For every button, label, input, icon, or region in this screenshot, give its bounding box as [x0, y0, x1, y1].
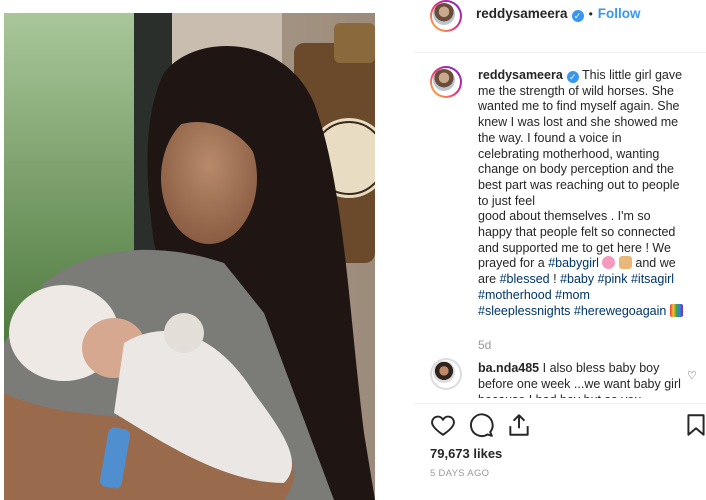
caption-line: the way. I found a voice in: [478, 130, 622, 145]
caption-line: me the strength of wild horses. She: [478, 83, 674, 98]
heart-icon[interactable]: [430, 412, 456, 438]
likes-count[interactable]: 79,673 likes: [430, 446, 502, 461]
praying-hands-emoji-icon: [618, 256, 632, 270]
caption-line: prayed for a: [478, 256, 545, 271]
rainbow-flag-emoji-icon: [669, 303, 683, 317]
photo-gutter: [375, 13, 415, 500]
comment-username[interactable]: ba.nda485: [478, 361, 539, 375]
caption-line: wanted me to find myself again. She: [478, 99, 680, 114]
post-date[interactable]: 5 DAYS AGO: [430, 468, 489, 479]
verified-icon: ✓: [566, 71, 579, 83]
caption-text: and we: [635, 256, 676, 271]
hashtag-link[interactable]: #baby: [560, 272, 594, 286]
share-icon[interactable]: [506, 412, 532, 438]
caption-line: good about themselves . I'm so: [478, 209, 651, 224]
caption-line: knew I was lost and she showed me: [478, 115, 679, 130]
caption-line: change on body perception and the: [478, 162, 674, 177]
follow-button[interactable]: Follow: [598, 6, 641, 21]
comment-item: ba.nda485 I also bless baby boy before o…: [478, 360, 688, 398]
flower-emoji-icon: [602, 256, 616, 270]
action-bar: [430, 412, 705, 440]
header-username[interactable]: reddysameera: [476, 6, 568, 21]
post-frame: reddysameera ✓ • Follow reddysameera ✓ This …: [0, 0, 706, 500]
caption-line: to just feel: [478, 193, 535, 208]
post-caption: reddysameera ✓ This little girl gave me t…: [478, 68, 700, 319]
author-avatar[interactable]: [430, 0, 462, 32]
hashtag-link[interactable]: #sleeplessnights: [478, 304, 570, 318]
post-photo[interactable]: [4, 13, 375, 500]
header-author: reddysameera ✓ • Follow: [476, 5, 641, 23]
hashtag-link[interactable]: #pink: [598, 272, 628, 286]
caption-line: This little girl gave: [582, 68, 683, 82]
hashtag-link[interactable]: #babygirl: [548, 256, 599, 270]
post-header: reddysameera ✓ • Follow: [415, 0, 706, 53]
caption-text: are: [478, 272, 497, 287]
comment-icon[interactable]: [468, 412, 494, 438]
caption-line: happy that people felt so connected: [478, 225, 676, 240]
actions-divider: [415, 403, 706, 404]
bookmark-icon[interactable]: [683, 412, 706, 438]
caption-line: and supported me to get here ! We: [478, 240, 671, 255]
post-side-panel: reddysameera ✓ • Follow reddysameera ✓ This …: [415, 0, 706, 500]
caption-text: !: [553, 272, 557, 287]
hashtag-link[interactable]: #motherhood: [478, 288, 552, 302]
caption-username[interactable]: reddysameera: [478, 68, 563, 82]
hashtag-link[interactable]: #mom: [555, 288, 590, 302]
caption-avatar[interactable]: [430, 66, 462, 98]
mother-and-baby-photo: [4, 13, 375, 500]
verified-icon: ✓: [571, 10, 584, 22]
hashtag-link[interactable]: #itsagirl: [631, 272, 674, 286]
separator-dot: •: [588, 7, 593, 21]
commenter-avatar[interactable]: [430, 358, 462, 390]
caption-time-ago: 5d: [478, 338, 492, 352]
caption-line: best part was reaching out to people: [478, 177, 680, 192]
hashtag-link[interactable]: #herewegoagain: [574, 304, 666, 318]
comment-like-icon[interactable]: ♡: [687, 369, 697, 382]
hashtag-link[interactable]: #blessed: [500, 272, 550, 286]
caption-line: celebrating motherhood, wanting: [478, 146, 660, 161]
